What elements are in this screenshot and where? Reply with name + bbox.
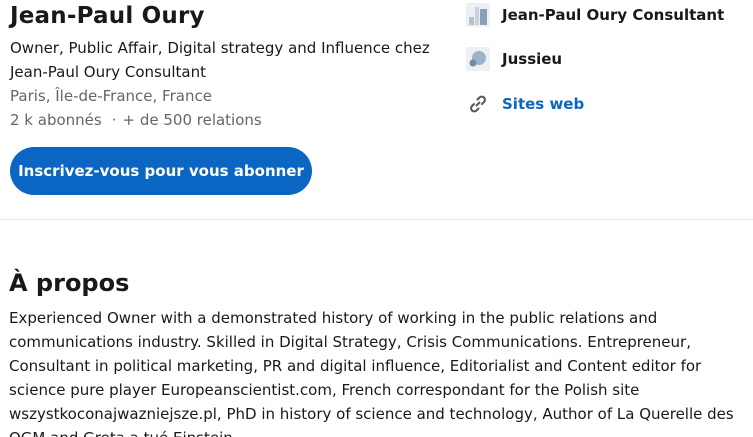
- company-logo-icon: [466, 3, 490, 27]
- profile-headline: Owner, Public Affair, Digital strategy a…: [10, 39, 430, 81]
- company-link[interactable]: Jean-Paul Oury Consultant: [466, 2, 724, 28]
- school-link[interactable]: Jussieu: [466, 46, 562, 72]
- profile-location: Paris, Île-de-France, France: [10, 87, 212, 105]
- signup-follow-button[interactable]: Inscrivez-vous pour vous abonner: [10, 147, 312, 195]
- about-title: À propos: [9, 269, 130, 297]
- websites-link[interactable]: Sites web: [466, 91, 584, 117]
- school-logo-icon: [466, 47, 490, 71]
- link-icon: [466, 92, 490, 116]
- websites-label: Sites web: [502, 95, 585, 113]
- followers-count: 2 k abonnés: [10, 111, 102, 129]
- company-name: Jean-Paul Oury Consultant: [502, 6, 725, 24]
- stats-separator: ·: [111, 111, 117, 129]
- profile-stats: 2 k abonnés · + de 500 relations: [10, 108, 262, 132]
- school-name: Jussieu: [502, 50, 563, 68]
- profile-name: Jean-Paul Oury: [10, 3, 205, 29]
- profile-top-card: Jean-Paul Oury Owner, Public Affair, Dig…: [0, 0, 753, 219]
- section-divider: [0, 219, 753, 220]
- connections-count: + de 500 relations: [122, 111, 262, 129]
- about-text: Experienced Owner with a demonstrated hi…: [9, 309, 734, 437]
